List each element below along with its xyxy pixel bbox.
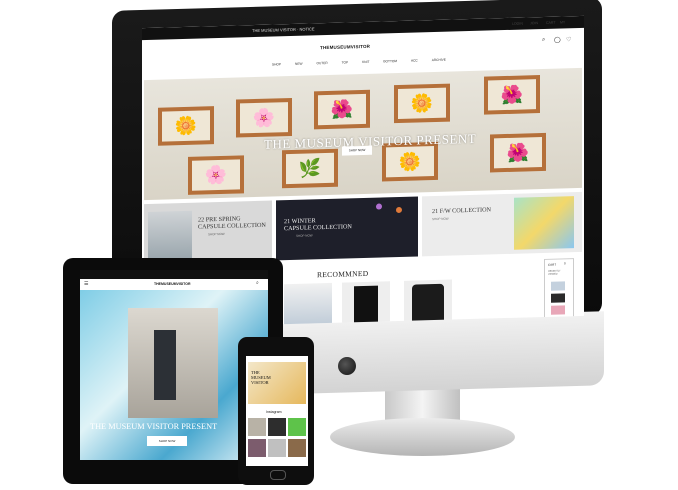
menu-icon[interactable]: ☰ — [84, 281, 88, 287]
button-icon — [396, 206, 402, 214]
promo-link[interactable]: SHOP NOW — [208, 232, 225, 236]
search-icon[interactable]: ⌕ — [256, 280, 259, 286]
nav-item-top[interactable]: TOP — [342, 60, 349, 64]
instagram-thumb[interactable] — [288, 439, 306, 457]
instagram-thumb[interactable] — [268, 418, 286, 436]
tablet-announcement-bar — [80, 270, 268, 279]
join-link[interactable]: JOIN — [530, 21, 538, 25]
hero-shop-button[interactable]: SHOP NOW — [342, 145, 372, 156]
jacket-image — [148, 210, 192, 261]
monitor-logo-icon — [338, 357, 356, 375]
recent-label: RECENTLY VIEWED — [548, 269, 561, 276]
product-image — [412, 283, 444, 325]
announcement-text: THE MUSEUM VISITOR · NOTICE — [252, 26, 315, 34]
search-icon[interactable]: ⌕ — [542, 37, 545, 44]
cart-label: CART — [548, 262, 557, 267]
site-logo[interactable]: THEMUSEUMVISITOR — [154, 282, 191, 286]
instagram-thumb[interactable] — [248, 439, 266, 457]
flower-painting: 🌺 — [490, 132, 546, 173]
model-figure — [154, 330, 176, 400]
site-logo[interactable]: THEMUSEUMVISITOR — [320, 44, 370, 50]
instagram-thumb[interactable] — [248, 418, 266, 436]
phone-hero[interactable]: THE MUSEUM VISITOR — [248, 362, 306, 404]
phone-hero-title: THE MUSEUM VISITOR — [251, 370, 271, 385]
phone-screen: THE MUSEUM VISITOR Instagram — [246, 356, 308, 466]
monitor-stand-base — [330, 418, 515, 456]
promo-link[interactable]: SHOP NOW — [296, 233, 313, 237]
promo-card[interactable]: 21 F/W COLLECTION SHOP NOW — [422, 191, 582, 257]
instagram-thumb[interactable] — [268, 439, 286, 457]
product-card[interactable] — [284, 282, 332, 329]
model-image — [514, 196, 574, 250]
hero-banner[interactable]: 🌼 🌸 🌺 🌼 🌺 🌸 🌿 🌼 🌺 THE MUSEUM VISITOR PRE… — [144, 67, 582, 201]
phone-home-button[interactable] — [270, 470, 286, 480]
cart-link[interactable]: CART — [546, 21, 555, 25]
flower-painting: 🌺 — [484, 75, 540, 115]
quick-cart-panel[interactable]: CART 0 RECENTLY VIEWED — [544, 258, 574, 319]
user-icon[interactable]: ◯ — [554, 36, 561, 43]
phone-section-title: Instagram — [266, 410, 282, 414]
nav-item-shop[interactable]: SHOP — [272, 62, 281, 66]
promo-title: 21 F/W COLLECTION — [432, 206, 492, 216]
heart-icon[interactable]: ♡ — [566, 36, 571, 43]
nav-item-outer[interactable]: OUTER — [316, 61, 327, 65]
flower-painting: 🌸 — [188, 155, 244, 195]
flower-painting: 🌼 — [158, 106, 214, 146]
promo-card[interactable]: 22 PRE SPRING CAPSULE COLLECTION SHOP NO… — [144, 200, 272, 265]
recent-thumb[interactable] — [551, 293, 565, 303]
flower-painting: 🌸 — [236, 97, 292, 138]
flower-painting: 🌺 — [314, 89, 370, 130]
promo-title: 21 WINTER CAPSULE COLLECTION — [284, 217, 352, 233]
nav-item-knit[interactable]: KNIT — [362, 60, 369, 64]
section-title: RECOMMNED — [317, 268, 369, 280]
flower-painting: 🌿 — [282, 148, 338, 189]
promo-link[interactable]: SHOP NOW — [432, 217, 449, 221]
instagram-thumb[interactable] — [288, 418, 306, 436]
tablet-shop-button[interactable]: SHOP NOW — [147, 436, 187, 446]
login-link[interactable]: LOGIN — [512, 22, 523, 26]
button-icon — [376, 203, 382, 210]
nav-item-acc[interactable]: ACC — [411, 58, 418, 62]
promo-card[interactable]: 21 WINTER CAPSULE COLLECTION SHOP NOW — [276, 196, 418, 261]
nav-item-bottom[interactable]: BOTTOM — [383, 59, 397, 63]
product-card[interactable] — [342, 281, 390, 328]
product-card[interactable] — [404, 279, 452, 326]
mypage-link[interactable]: MY — [560, 20, 565, 24]
main-nav: SHOP NEW OUTER TOP KNIT BOTTOM ACC ARCHI… — [272, 58, 446, 67]
recent-thumb[interactable] — [551, 305, 565, 315]
recent-thumb[interactable] — [551, 281, 565, 291]
tablet-hero-title: THE MUSEUM VISITOR PRESENT — [90, 422, 218, 431]
promo-title: 22 PRE SPRING CAPSULE COLLECTION — [198, 215, 266, 231]
nav-item-new[interactable]: NEW — [295, 62, 302, 66]
product-image — [354, 285, 378, 327]
cart-count: 0 — [564, 261, 566, 266]
nav-item-archive[interactable]: ARCHIVE — [432, 58, 446, 62]
flower-painting: 🌼 — [394, 83, 450, 124]
